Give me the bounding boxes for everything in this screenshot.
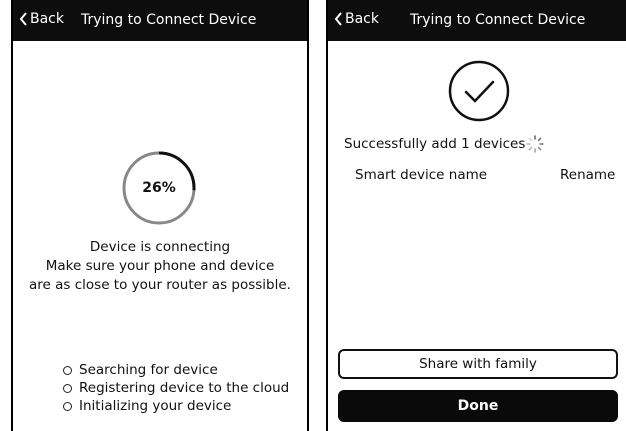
header-bar: Back Trying to Connect Device [328,0,626,41]
device-name-label: Smart device name [355,167,488,183]
header-bar: Back Trying to Connect Device [13,0,307,41]
back-button[interactable]: Back [334,11,379,27]
rename-link[interactable]: Rename [560,167,615,183]
circle-bullet-icon [63,383,72,393]
status-message-line2: Make sure your phone and device [45,258,275,274]
page-title: Trying to Connect Device [81,12,257,28]
loading-spinner-icon [526,135,544,153]
back-label: Back [30,11,64,27]
status-message-line3: are as close to your router as possible. [29,277,291,293]
back-button[interactable]: Back [19,11,64,27]
step-label: Registering device to the cloud [79,380,290,396]
back-label: Back [345,11,379,27]
done-button[interactable]: Done [338,390,618,422]
step-label: Initializing your device [79,398,232,414]
circle-bullet-icon [63,401,72,411]
list-item: Initializing your device [63,397,289,415]
status-message-line1: Device is connecting [89,239,231,255]
connection-steps-list: Searching for device Registering device … [63,361,289,415]
circle-bullet-icon [63,365,72,375]
share-with-family-button[interactable]: Share with family [338,349,618,379]
chevron-left-icon [19,12,27,26]
success-message: Successfully add 1 devices [344,136,526,152]
chevron-left-icon [334,12,342,26]
list-item: Searching for device [63,361,289,379]
checkmark-circle-icon [448,60,510,122]
success-screen: Back Trying to Connect Device Successful… [326,0,626,431]
list-item: Registering device to the cloud [63,379,289,397]
step-label: Searching for device [79,362,218,378]
connecting-screen: Back Trying to Connect Device 26% Device… [11,0,309,431]
progress-percent: 26% [142,180,176,196]
page-title: Trying to Connect Device [410,12,586,28]
